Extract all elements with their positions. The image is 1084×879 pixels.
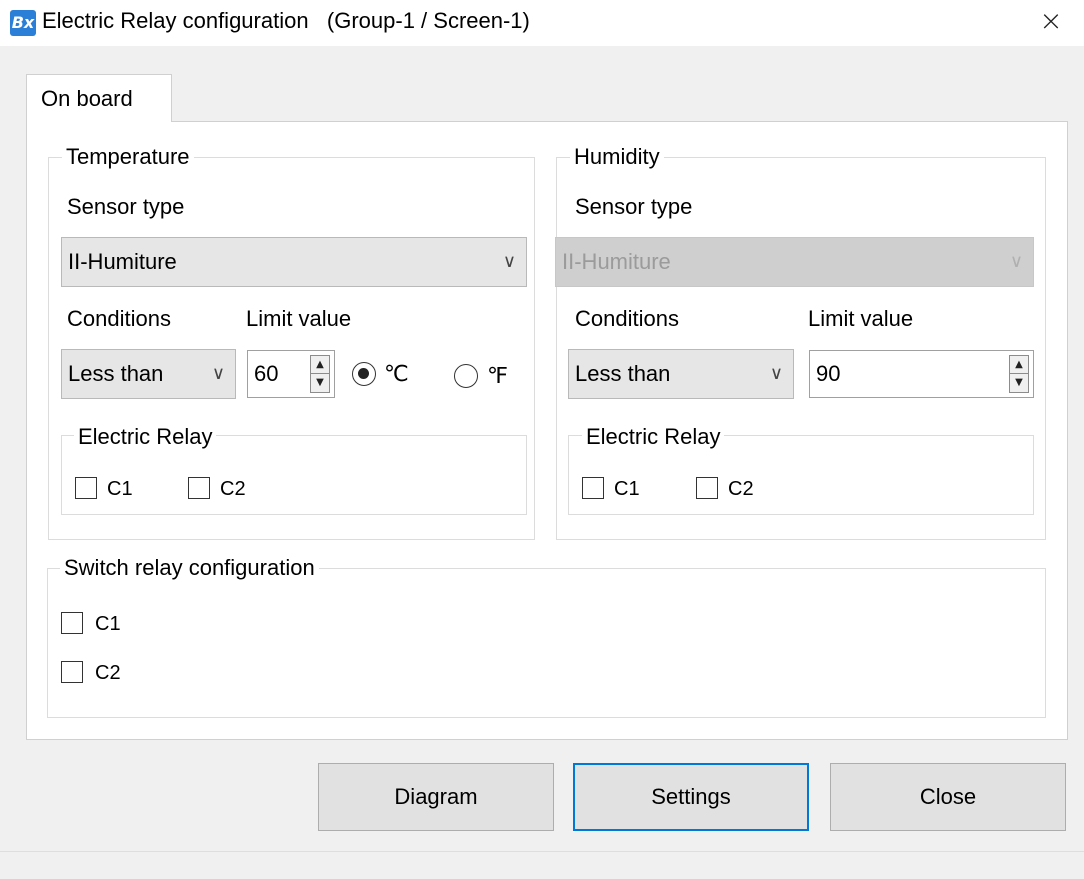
- humidity-relay-c2-label: C2: [728, 478, 754, 500]
- humidity-relay-c1-checkbox[interactable]: [582, 477, 604, 499]
- temperature-relay-c1-checkbox[interactable]: [75, 477, 97, 499]
- humidity-conditions-label: Conditions: [575, 306, 679, 331]
- temperature-relay-c1-label: C1: [107, 478, 133, 500]
- temperature-conditions-value: Less than: [68, 361, 164, 386]
- temperature-limit-label: Limit value: [246, 306, 352, 331]
- humidity-limit-input[interactable]: 90 ▲ ▼: [809, 350, 1034, 398]
- unit-celsius-label: ℃: [384, 361, 409, 386]
- temperature-sensor-type-value: II-Humiture: [68, 249, 177, 274]
- humidity-sensor-type-select: II-Humiture ∨: [555, 237, 1034, 287]
- temperature-conditions-select[interactable]: Less than ∨: [61, 349, 236, 399]
- humidity-limit-label: Limit value: [808, 306, 914, 331]
- temperature-sensor-type-select[interactable]: II-Humiture ∨: [61, 237, 527, 287]
- chevron-down-icon: ∨: [211, 363, 225, 384]
- unit-fahrenheit-radio[interactable]: [454, 364, 478, 388]
- unit-celsius-radio[interactable]: [352, 362, 376, 386]
- humidity-relay-c1-label: C1: [614, 478, 640, 500]
- temperature-limit-spinner: ▲ ▼: [310, 355, 330, 393]
- chevron-down-icon: ∨: [1009, 251, 1023, 272]
- humidity-conditions-value: Less than: [575, 361, 671, 386]
- app-logo-icon: Bx: [10, 10, 36, 36]
- temperature-sensor-type-label: Sensor type: [67, 194, 185, 219]
- unit-fahrenheit-label: ℉: [487, 363, 508, 388]
- switch-relay-c1-label: C1: [95, 613, 121, 635]
- spin-up-icon[interactable]: ▲: [1010, 356, 1028, 374]
- close-window-icon[interactable]: ×: [1036, 6, 1066, 36]
- chevron-down-icon: ∨: [769, 363, 783, 384]
- tab-on-board[interactable]: On board: [26, 74, 172, 122]
- humidity-relay-group-label: Electric Relay: [582, 424, 725, 450]
- switch-relay-group-label: Switch relay configuration: [60, 555, 319, 581]
- status-bar: [0, 851, 1084, 879]
- humidity-group-label: Humidity: [570, 144, 664, 170]
- temperature-relay-group-label: Electric Relay: [74, 424, 217, 450]
- close-button[interactable]: Close: [830, 763, 1066, 831]
- diagram-button[interactable]: Diagram: [318, 763, 554, 831]
- window-title: Electric Relay configuration (Group-1 / …: [42, 8, 530, 33]
- temperature-relay-c2-checkbox[interactable]: [188, 477, 210, 499]
- temperature-limit-value: 60: [254, 361, 279, 386]
- title-bar: Bx Electric Relay configuration (Group-1…: [0, 0, 1084, 46]
- spin-up-icon[interactable]: ▲: [311, 356, 329, 374]
- humidity-limit-value: 90: [816, 361, 841, 386]
- switch-relay-c2-checkbox[interactable]: [61, 661, 83, 683]
- humidity-sensor-type-label: Sensor type: [575, 194, 693, 219]
- switch-relay-c1-checkbox[interactable]: [61, 612, 83, 634]
- humidity-conditions-select[interactable]: Less than ∨: [568, 349, 794, 399]
- temperature-conditions-label: Conditions: [67, 306, 171, 331]
- humidity-limit-spinner: ▲ ▼: [1009, 355, 1029, 393]
- temperature-relay-c2-label: C2: [220, 478, 246, 500]
- temperature-group-label: Temperature: [62, 144, 194, 170]
- spin-down-icon[interactable]: ▼: [311, 374, 329, 392]
- humidity-relay-c2-checkbox[interactable]: [696, 477, 718, 499]
- temperature-limit-input[interactable]: 60 ▲ ▼: [247, 350, 335, 398]
- settings-button[interactable]: Settings: [573, 763, 809, 831]
- humidity-sensor-type-value: II-Humiture: [562, 249, 671, 274]
- switch-relay-c2-label: C2: [95, 662, 121, 684]
- switch-relay-group: [47, 568, 1046, 718]
- chevron-down-icon: ∨: [502, 251, 516, 272]
- spin-down-icon[interactable]: ▼: [1010, 374, 1028, 392]
